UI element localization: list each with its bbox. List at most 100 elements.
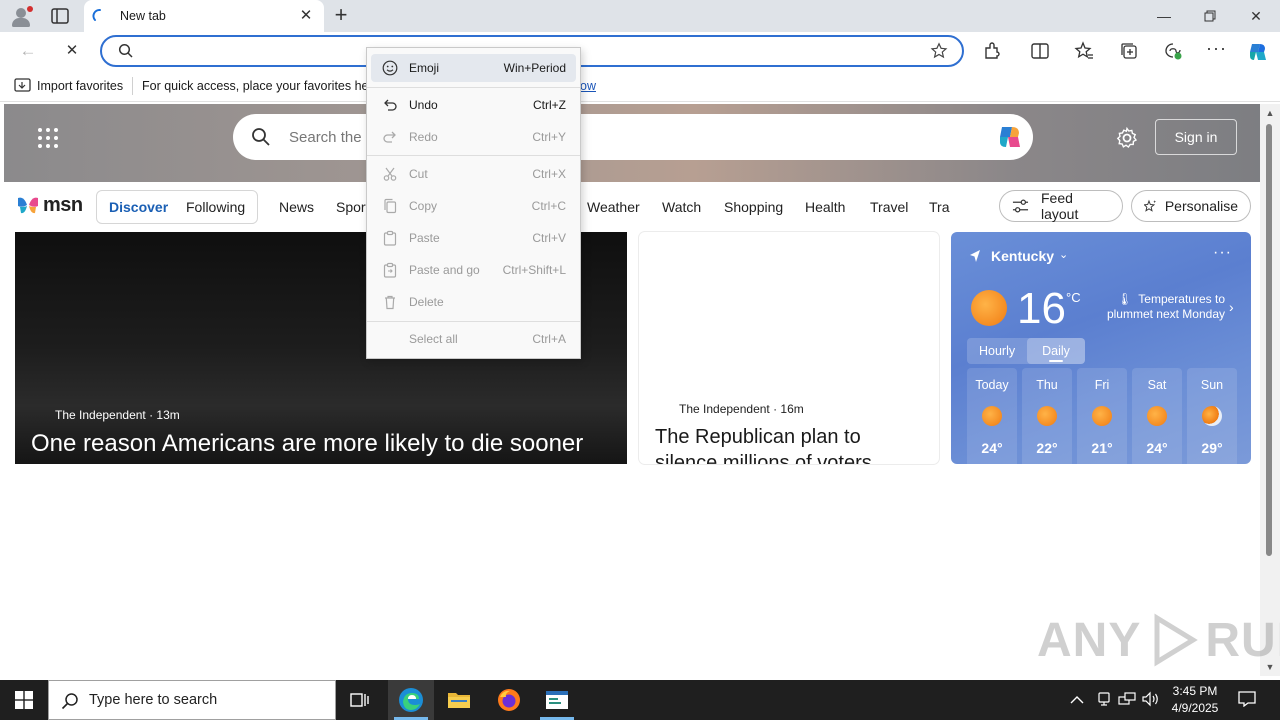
- close-tab-icon[interactable]: ✕: [298, 8, 314, 24]
- menu-shortcut: Ctrl+C: [531, 199, 566, 213]
- copilot-icon[interactable]: [1246, 40, 1270, 64]
- menu-label: Cut: [409, 167, 428, 181]
- menu-item-select-all[interactable]: Select all Ctrl+A: [371, 325, 576, 353]
- chevron-right-icon[interactable]: ›: [1229, 299, 1234, 315]
- search-icon: [61, 693, 78, 710]
- nav-watch[interactable]: Watch: [662, 199, 701, 215]
- tab-following[interactable]: Following: [186, 199, 245, 215]
- taskbar-file-explorer[interactable]: [436, 680, 482, 720]
- minimize-icon[interactable]: —: [1141, 0, 1187, 32]
- nav-travel[interactable]: Travel: [870, 199, 908, 215]
- feed-layout-button[interactable]: Feed layout: [999, 190, 1123, 222]
- weather-location[interactable]: Kentucky: [991, 248, 1054, 264]
- tab-daily[interactable]: Daily: [1027, 338, 1085, 364]
- menu-item-copy[interactable]: Copy Ctrl+C: [371, 192, 576, 220]
- nav-shopping[interactable]: Shopping: [724, 199, 783, 215]
- tab-hourly[interactable]: Hourly: [979, 344, 1015, 358]
- tab-new-tab[interactable]: New tab ✕: [84, 0, 324, 32]
- toolbar: ← ✕ ···: [0, 32, 1280, 70]
- close-window-icon[interactable]: ✕: [1233, 0, 1279, 32]
- weather-card[interactable]: Kentucky ⌄ ··· 16 °C 🌡 Temperatures to p…: [951, 232, 1251, 464]
- import-favorites-button[interactable]: Import favorites: [14, 78, 123, 93]
- scrollbar-thumb[interactable]: [1266, 124, 1272, 556]
- scroll-up-icon[interactable]: ▲: [1263, 108, 1277, 118]
- collections-icon[interactable]: [1119, 41, 1139, 61]
- menu-item-redo[interactable]: Redo Ctrl+Y: [371, 123, 576, 151]
- system-clock[interactable]: 3:45 PM 4/9/2025: [1166, 683, 1224, 717]
- copilot-search-icon[interactable]: [995, 122, 1025, 152]
- settings-gear-icon[interactable]: [1116, 127, 1138, 149]
- network-status-icon[interactable]: [1096, 691, 1114, 709]
- sign-in-button[interactable]: Sign in: [1155, 119, 1237, 155]
- task-view-icon: [350, 693, 369, 707]
- story-headline[interactable]: The Republican plan to silence millions …: [655, 424, 925, 464]
- menu-item-delete[interactable]: Delete: [371, 288, 576, 316]
- forecast-day[interactable]: Thu 22°: [1022, 368, 1072, 464]
- forecast-day[interactable]: Sat 24°: [1132, 368, 1182, 464]
- taskbar-firefox[interactable]: [486, 680, 532, 720]
- start-button[interactable]: [0, 680, 48, 720]
- day-temp: 24°: [981, 440, 1003, 456]
- more-icon[interactable]: ···: [1213, 244, 1232, 262]
- menu-item-paste-and-go[interactable]: Paste and go Ctrl+Shift+L: [371, 256, 576, 284]
- favorite-star-icon[interactable]: [930, 42, 948, 60]
- restore-icon[interactable]: [1187, 0, 1233, 32]
- nav-news[interactable]: News: [279, 199, 314, 215]
- weather-alert[interactable]: Temperatures to plummet next Monday: [1097, 292, 1225, 322]
- day-temp: 24°: [1146, 440, 1168, 456]
- taskbar-search[interactable]: Type here to search: [48, 680, 336, 720]
- msn-logo[interactable]: msn: [16, 192, 83, 218]
- play-logo-icon: [1154, 613, 1199, 667]
- menu-label: Paste and go: [409, 263, 480, 277]
- chevron-down-icon[interactable]: ⌄: [1059, 248, 1068, 261]
- menu-item-emoji[interactable]: Emoji Win+Period: [371, 54, 576, 82]
- story-source: The Independent · 16m: [679, 402, 804, 416]
- menu-label: Redo: [409, 130, 438, 144]
- nav-weather[interactable]: Weather: [587, 199, 640, 215]
- tab-strip: New tab ✕ + — ✕: [0, 0, 1280, 32]
- app-launcher-icon[interactable]: [38, 128, 58, 148]
- web-search-box[interactable]: Search the: [233, 114, 1033, 160]
- menu-item-undo[interactable]: Undo Ctrl+Z: [371, 91, 576, 119]
- forecast-day[interactable]: Today 24°: [967, 368, 1017, 464]
- menu-item-paste[interactable]: Paste Ctrl+V: [371, 224, 576, 252]
- clock-date: 4/9/2025: [1171, 701, 1219, 715]
- split-screen-icon[interactable]: [1030, 41, 1050, 61]
- favorites-icon[interactable]: [1074, 41, 1094, 61]
- sun-icon: [982, 406, 1002, 426]
- network-icon[interactable]: [1118, 691, 1136, 709]
- menu-shortcut: Ctrl+A: [532, 332, 566, 346]
- manage-favorites-link[interactable]: ow: [580, 79, 596, 93]
- nav-sport[interactable]: Sport: [336, 199, 369, 215]
- new-tab-button[interactable]: +: [330, 4, 352, 27]
- task-view-button[interactable]: [337, 680, 383, 720]
- tab-actions-icon[interactable]: [50, 7, 70, 25]
- forecast-day[interactable]: Sun 29°: [1187, 368, 1237, 464]
- day-temp: 22°: [1036, 440, 1058, 456]
- import-icon: [14, 78, 31, 92]
- browser-essentials-icon[interactable]: [1163, 41, 1183, 61]
- page-scrollbar[interactable]: ▲ ▼: [1260, 104, 1280, 676]
- nav-truncated[interactable]: Tra: [929, 199, 951, 215]
- back-icon[interactable]: ←: [16, 40, 40, 62]
- notifications-icon[interactable]: [1238, 691, 1256, 707]
- chevron-up-icon[interactable]: [1070, 691, 1088, 709]
- search-icon: [118, 43, 133, 58]
- personalise-button[interactable]: Personalise: [1131, 190, 1251, 222]
- volume-icon[interactable]: [1142, 691, 1160, 709]
- story-headline[interactable]: One reason Americans are more likely to …: [31, 430, 583, 458]
- extensions-icon[interactable]: [982, 41, 1002, 61]
- menu-label: Copy: [409, 199, 438, 213]
- stop-icon[interactable]: ✕: [60, 40, 84, 62]
- tab-discover[interactable]: Discover: [109, 199, 168, 215]
- taskbar-app[interactable]: [534, 680, 580, 720]
- menu-item-cut[interactable]: Cut Ctrl+X: [371, 160, 576, 188]
- more-options-icon[interactable]: ···: [1206, 39, 1226, 61]
- menu-label: Select all: [409, 332, 458, 346]
- msn-butterfly-icon: [18, 197, 38, 214]
- taskbar-edge[interactable]: [388, 680, 434, 720]
- profile-icon[interactable]: [10, 6, 33, 28]
- nav-health[interactable]: Health: [805, 199, 845, 215]
- side-story-card[interactable]: The Independent · 16m The Republican pla…: [639, 232, 939, 464]
- forecast-day[interactable]: Fri 21°: [1077, 368, 1127, 464]
